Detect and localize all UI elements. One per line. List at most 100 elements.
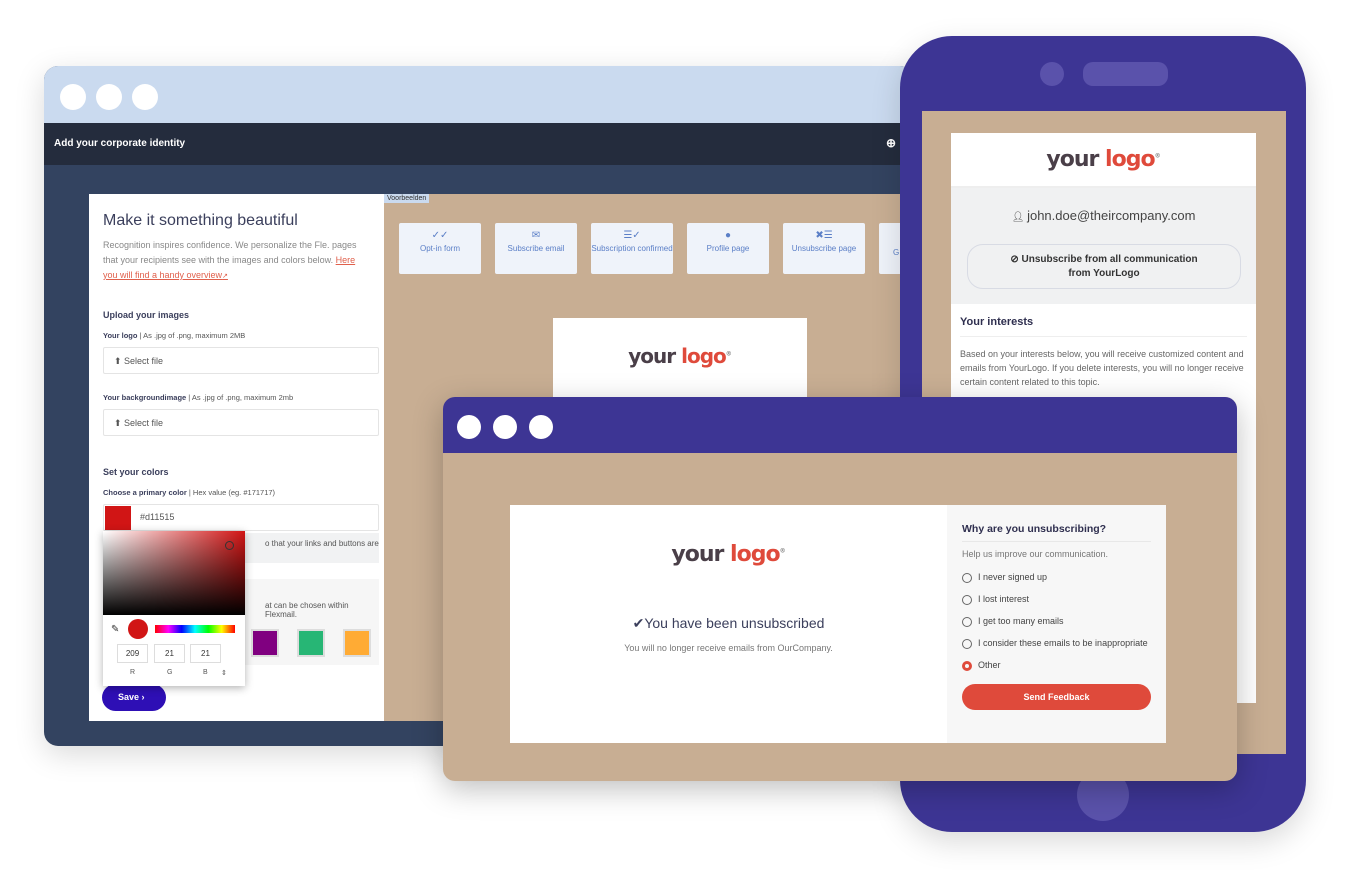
external-link-icon: ↗	[222, 273, 228, 280]
logo-row: your logo®	[510, 542, 947, 567]
person-icon: ●	[724, 230, 732, 241]
option-label: I consider these emails to be inappropri…	[978, 638, 1148, 648]
blue-input[interactable]: 21	[190, 644, 221, 663]
unsubscribe-all-label: Unsubscribe from all communication from …	[1021, 254, 1198, 279]
option-other[interactable]: Other	[962, 659, 1151, 672]
send-feedback-button[interactable]: Send Feedback	[962, 684, 1151, 710]
colors-heading: Set your colors	[103, 467, 169, 477]
settings-panel: Make it something beautiful Recognition …	[89, 194, 384, 721]
background-hint: As .jpg of .png, maximum 2mb	[191, 393, 294, 402]
picker-handle[interactable]	[225, 541, 234, 550]
primary-color-swatch[interactable]	[105, 506, 131, 530]
camera-icon	[1040, 62, 1064, 86]
upload-icon: ⬆︎	[114, 356, 125, 366]
help-icon[interactable]: ⊕	[886, 136, 896, 150]
status-title: ✔︎You have been unsubscribed	[510, 615, 947, 632]
hue-slider[interactable]	[155, 625, 235, 633]
option-label: I lost interest	[978, 594, 1030, 604]
radio-icon[interactable]	[962, 573, 972, 583]
radio-selected-icon[interactable]	[962, 661, 972, 671]
page-title: Make it something beautiful	[103, 212, 298, 229]
speaker-icon	[1083, 62, 1168, 86]
title-bar	[44, 66, 914, 123]
person-icon: 👤︎	[1011, 212, 1028, 223]
green-label: G	[167, 669, 173, 676]
list-check-icon: ☰✓	[623, 230, 641, 241]
background-file-input[interactable]: ⬆︎ Select file	[103, 409, 379, 436]
envelope-icon: ✉	[531, 230, 541, 241]
option-too-many-emails[interactable]: I get too many emails	[962, 615, 1151, 628]
logo: your logo®	[671, 542, 786, 567]
logo: your logo®	[1046, 147, 1161, 172]
tile-label: G	[893, 248, 900, 257]
eyedropper-icon[interactable]: ✎	[111, 624, 119, 635]
logo-label: Your logo	[103, 331, 138, 340]
saturation-area[interactable]	[103, 531, 245, 615]
tile-subscription-confirmed[interactable]: ☰✓ Subscription confirmed	[591, 223, 673, 274]
primary-label: Choose a primary color	[103, 488, 187, 497]
ban-icon: ⊘	[1010, 254, 1022, 265]
option-label: I never signed up	[978, 572, 1048, 582]
option-never-signed-up[interactable]: I never signed up	[962, 571, 1151, 584]
window-dot	[96, 84, 122, 110]
select-file-label: Select file	[124, 356, 164, 366]
save-label: Save	[118, 692, 140, 702]
current-color-preview	[128, 619, 148, 639]
interests-title: Your interests	[960, 316, 1247, 337]
radio-icon[interactable]	[962, 639, 972, 649]
background-label: Your backgroundimage	[103, 393, 187, 402]
tile-opt-in-form[interactable]: ✓✓ Opt-in form	[399, 223, 481, 274]
intro-copy: Recognition inspires confidence. We pers…	[103, 240, 357, 265]
option-label: Other	[978, 660, 1001, 670]
palette-swatch-purple[interactable]	[251, 629, 279, 657]
tile-profile-page[interactable]: ● Profile page	[687, 223, 769, 274]
interests-section: Your interests Based on your interests b…	[951, 304, 1256, 401]
window-dot	[493, 415, 517, 439]
palette-swatch-orange[interactable]	[343, 629, 371, 657]
radio-icon[interactable]	[962, 595, 972, 605]
logo-file-input[interactable]: ⬆︎ Select file	[103, 347, 379, 374]
primary-color-value: #d11515	[140, 512, 175, 522]
tile-subscribe-email[interactable]: ✉ Subscribe email	[495, 223, 577, 274]
feedback-panel: Why are you unsubscribing? Help us impro…	[947, 505, 1166, 743]
option-label: I get too many emails	[978, 616, 1064, 626]
intro-text: Recognition inspires confidence. We pers…	[103, 238, 370, 284]
preview-tab[interactable]: Voorbeelden	[384, 194, 430, 203]
mode-toggle-icon[interactable]: ⇕	[221, 669, 227, 677]
color-picker: ✎ 209 21 21 R G B ⇕	[103, 531, 245, 686]
tile-label: Unsubscribe page	[791, 244, 857, 253]
tile-label: Subscription confirmed	[591, 244, 673, 253]
interests-text: Based on your interests below, you will …	[960, 349, 1244, 387]
upload-heading: Upload your images	[103, 310, 190, 320]
survey-subtitle: Help us improve our communication.	[962, 549, 1109, 559]
status-title-text: You have been unsubscribed	[644, 615, 825, 631]
logo: your logo®	[628, 344, 732, 368]
tile-label: Profile page	[706, 244, 750, 253]
window-dot	[132, 84, 158, 110]
save-button[interactable]: Save ›	[102, 684, 166, 711]
blue-label: B	[203, 669, 208, 676]
window-dot	[529, 415, 553, 439]
background-label-row: Your backgroundimage | As .jpg of .png, …	[103, 393, 294, 402]
logo-label-row: Your logo | As .jpg of .png, maximum 2MB	[103, 331, 246, 340]
email-row: 👤︎ john.doe@theircompany.com	[951, 188, 1256, 223]
select-file-label: Select file	[124, 418, 164, 428]
palette-text: at can be chosen within Flexmail.	[265, 601, 349, 619]
red-input[interactable]: 209	[117, 644, 148, 663]
double-check-icon: ✓✓	[431, 230, 449, 241]
upload-icon: ⬆︎	[114, 418, 125, 428]
survey-title: Why are you unsubscribing?	[962, 523, 1151, 542]
tile-unsubscribe-page[interactable]: ✖☰ Unsubscribe page	[783, 223, 865, 274]
check-circle-icon: ✔︎	[632, 615, 645, 631]
green-input[interactable]: 21	[154, 644, 185, 663]
primary-color-input[interactable]: #d11515	[103, 504, 379, 531]
unsubscribe-all-button[interactable]: ⊘ Unsubscribe from all communication fro…	[967, 244, 1241, 289]
radio-icon[interactable]	[962, 617, 972, 627]
logo-hint: As .jpg of .png, maximum 2MB	[143, 331, 246, 340]
palette-swatch-green[interactable]	[297, 629, 325, 657]
title-bar	[443, 397, 1237, 453]
option-inappropriate[interactable]: I consider these emails to be inappropri…	[962, 637, 1151, 650]
preview-card: your logo®	[553, 318, 807, 408]
tile-label: Subscribe email	[507, 244, 565, 253]
option-lost-interest[interactable]: I lost interest	[962, 593, 1151, 606]
